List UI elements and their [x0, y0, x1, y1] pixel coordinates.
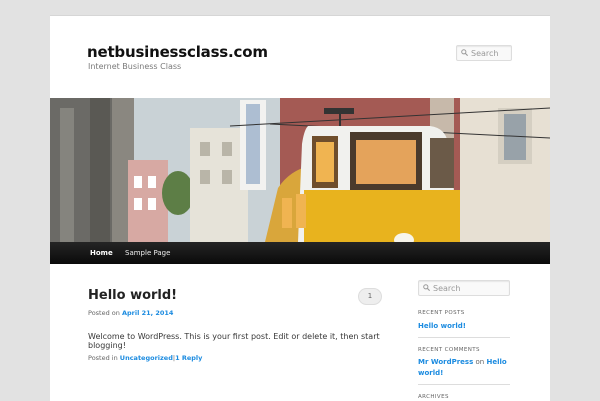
- recent-comments-title: RECENT COMMENTS: [418, 347, 480, 353]
- post-date-meta: Posted on April 21, 2014: [88, 309, 173, 317]
- category-link[interactable]: Uncategorized: [120, 354, 173, 362]
- nav-item-home[interactable]: Home: [82, 242, 121, 264]
- post-date-link[interactable]: April 21, 2014: [122, 309, 173, 317]
- header-search-input[interactable]: Search: [456, 45, 512, 61]
- search-icon: [461, 49, 469, 58]
- posted-on-label: Posted on: [88, 309, 120, 317]
- comment-author-link[interactable]: Mr WordPress: [418, 358, 473, 366]
- main-navigation: Home Sample Page: [50, 242, 550, 264]
- archives-title: ARCHIVES: [418, 394, 449, 400]
- header-banner-image: [50, 98, 550, 242]
- search-icon: [423, 284, 431, 293]
- comment-on-text: on: [475, 358, 485, 366]
- recent-post-item: Hello world!: [418, 321, 510, 332]
- post-footer-meta: Posted in Uncategorized|1 Reply: [88, 354, 202, 362]
- post-content: Welcome to WordPress. This is your first…: [88, 332, 380, 350]
- comment-count-bubble[interactable]: 1: [358, 288, 382, 305]
- recent-posts-title: RECENT POSTS: [418, 310, 465, 316]
- site-description: Internet Business Class: [88, 62, 182, 71]
- sidebar-divider: [418, 384, 510, 385]
- page-container: netbusinessclass.com Internet Business C…: [50, 15, 550, 401]
- recent-comment-item: Mr WordPress on Hello world!: [418, 357, 510, 379]
- nav-item-sample-page[interactable]: Sample Page: [117, 242, 178, 264]
- search-placeholder: Search: [433, 284, 461, 293]
- recent-post-link[interactable]: Hello world!: [418, 322, 466, 330]
- reply-link[interactable]: 1 Reply: [175, 354, 202, 362]
- sidebar-divider: [418, 337, 510, 338]
- sidebar-search-input[interactable]: Search: [418, 280, 510, 296]
- site-title[interactable]: netbusinessclass.com: [87, 43, 268, 61]
- search-placeholder: Search: [471, 49, 499, 58]
- post-title[interactable]: Hello world!: [88, 288, 177, 303]
- posted-in-label: Posted in: [88, 354, 118, 362]
